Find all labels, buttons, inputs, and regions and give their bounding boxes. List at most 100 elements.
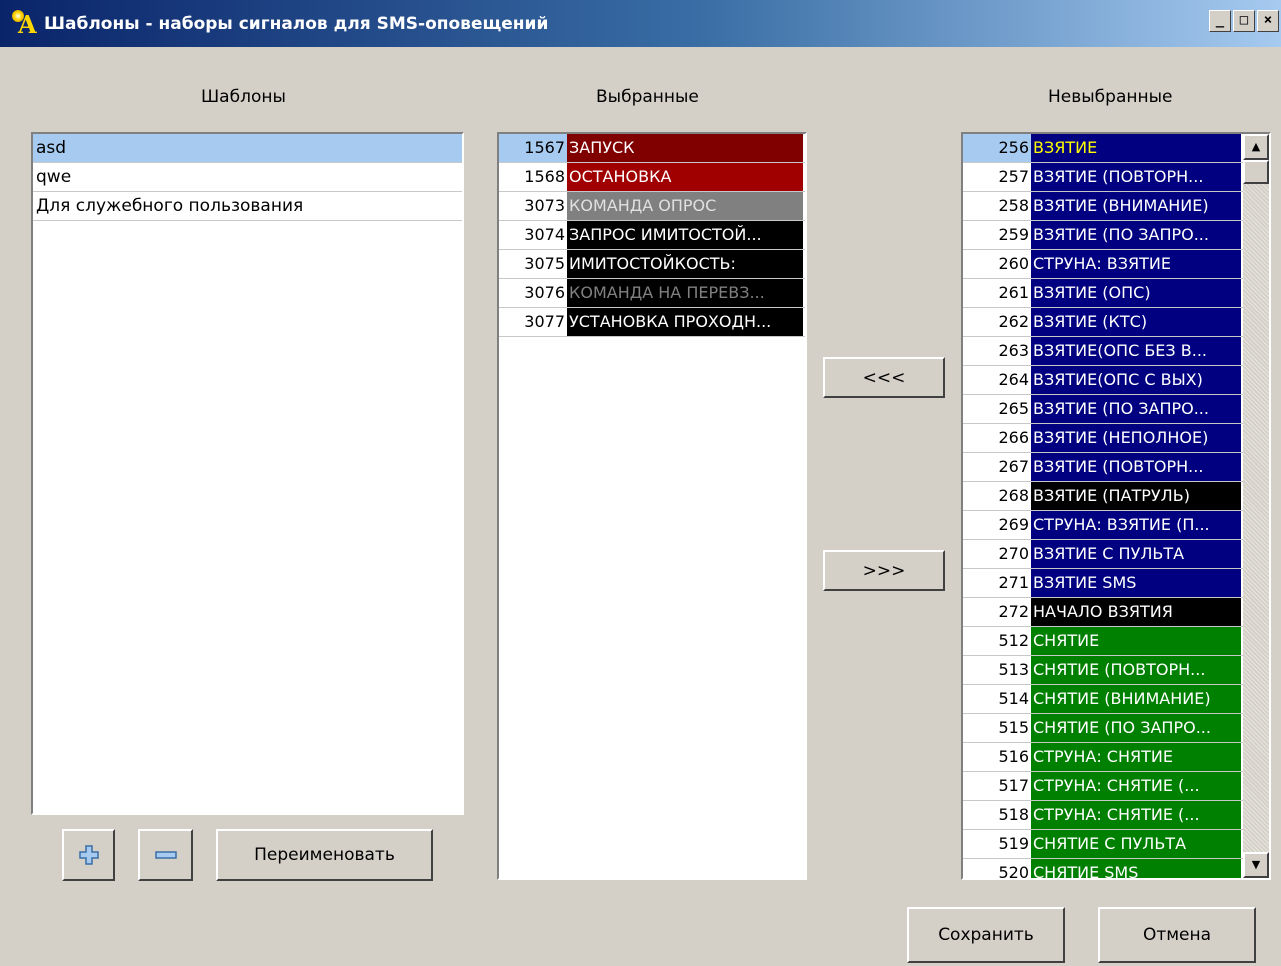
signal-row[interactable]: 265 ВЗЯТИЕ (ПО ЗАПРО... bbox=[963, 395, 1243, 424]
selected-signals-list[interactable]: 1567 ЗАПУСК 1568 ОСТАНОВКА 3073 КОМАНДА ОПРОС… bbox=[497, 132, 807, 880]
signal-row[interactable]: 272 НАЧАЛО ВЗЯТИЯ bbox=[963, 598, 1243, 627]
signal-row[interactable]: 3075 ИМИТОСТОЙКОСТЬ: bbox=[499, 250, 805, 279]
signal-row[interactable]: 257 ВЗЯТИЕ (ПОВТОРН... bbox=[963, 163, 1243, 192]
signal-code: 267 bbox=[998, 457, 1029, 476]
maximize-button[interactable]: □ bbox=[1233, 10, 1255, 32]
signal-name: СТРУНА: СНЯТИЕ bbox=[1031, 743, 1241, 771]
template-item[interactable]: Для служебного пользования bbox=[33, 192, 462, 221]
signal-name: ВЗЯТИЕ (ПАТРУЛЬ) bbox=[1031, 482, 1241, 510]
move-left-button[interactable]: <<< bbox=[823, 357, 945, 398]
window-title: Шаблоны - наборы сигналов для SMS-оповещ… bbox=[44, 13, 549, 34]
signal-code: 3076 bbox=[524, 283, 565, 302]
signal-name: СНЯТИЕ (ПОВТОРН... bbox=[1031, 656, 1241, 684]
signal-row[interactable]: 269 СТРУНА: ВЗЯТИЕ (П... bbox=[963, 511, 1243, 540]
signal-code: 263 bbox=[998, 341, 1029, 360]
signal-row[interactable]: 3076 КОМАНДА НА ПЕРЕВЗ... bbox=[499, 279, 805, 308]
signal-row[interactable]: 1568 ОСТАНОВКА bbox=[499, 163, 805, 192]
save-button[interactable]: Сохранить bbox=[907, 907, 1065, 963]
remove-template-button[interactable] bbox=[138, 829, 193, 881]
signal-code: 1567 bbox=[499, 134, 567, 162]
close-button[interactable]: × bbox=[1257, 10, 1279, 32]
signal-code: 520 bbox=[998, 863, 1029, 880]
signal-name: ВЗЯТИЕ SMS bbox=[1031, 569, 1241, 597]
signal-row[interactable]: 266 ВЗЯТИЕ (НЕПОЛНОЕ) bbox=[963, 424, 1243, 453]
signal-code: 257 bbox=[998, 167, 1029, 186]
signal-code: 1568 bbox=[524, 167, 565, 186]
signal-code: 3075 bbox=[524, 254, 565, 273]
vertical-scrollbar[interactable]: ▲ ▼ bbox=[1243, 134, 1269, 878]
move-right-button[interactable]: >>> bbox=[823, 550, 945, 591]
signal-name: ВЗЯТИЕ(ОПС С ВЫХ) bbox=[1031, 366, 1241, 394]
signal-row[interactable]: 517 СТРУНА: СНЯТИЕ (... bbox=[963, 772, 1243, 801]
signal-row[interactable]: 1567 ЗАПУСК bbox=[499, 134, 805, 163]
signal-row[interactable]: 516 СТРУНА: СНЯТИЕ bbox=[963, 743, 1243, 772]
templates-list[interactable]: asd qwe Для служебного пользования bbox=[31, 132, 464, 815]
signal-name: ОСТАНОВКА bbox=[567, 163, 803, 191]
templates-label: Шаблоны bbox=[201, 87, 286, 107]
signal-name: ВЗЯТИЕ (ВНИМАНИЕ) bbox=[1031, 192, 1241, 220]
signal-row[interactable]: 261 ВЗЯТИЕ (ОПС) bbox=[963, 279, 1243, 308]
signal-row[interactable]: 260 СТРУНА: ВЗЯТИЕ bbox=[963, 250, 1243, 279]
unselected-signals-list[interactable]: 256 ВЗЯТИЕ 257 ВЗЯТИЕ (ПОВТОРН... 258 ВЗЯТИЕ … bbox=[961, 132, 1271, 880]
signal-name: КОМАНДА ОПРОС bbox=[567, 192, 803, 220]
signal-row[interactable]: 519 СНЯТИЕ С ПУЛЬТА bbox=[963, 830, 1243, 859]
signal-code: 269 bbox=[998, 515, 1029, 534]
signal-row[interactable]: 513 СНЯТИЕ (ПОВТОРН... bbox=[963, 656, 1243, 685]
signal-row[interactable]: 264 ВЗЯТИЕ(ОПС С ВЫХ) bbox=[963, 366, 1243, 395]
signal-code: 266 bbox=[998, 428, 1029, 447]
signal-name: ВЗЯТИЕ (ПОВТОРН... bbox=[1031, 163, 1241, 191]
signal-row[interactable]: 259 ВЗЯТИЕ (ПО ЗАПРО... bbox=[963, 221, 1243, 250]
scroll-down-icon[interactable]: ▼ bbox=[1243, 852, 1269, 878]
signal-name: ЗАПРОС ИМИТОСТОЙ... bbox=[567, 221, 803, 249]
signal-code: 517 bbox=[998, 776, 1029, 795]
signal-code: 258 bbox=[998, 196, 1029, 215]
template-item[interactable]: asd bbox=[33, 134, 462, 163]
signal-code: 3074 bbox=[524, 225, 565, 244]
signal-code: 272 bbox=[998, 602, 1029, 621]
signal-name: СТРУНА: СНЯТИЕ (... bbox=[1031, 772, 1241, 800]
cancel-button[interactable]: Отмена bbox=[1098, 907, 1256, 963]
signal-name: СНЯТИЕ SMS bbox=[1031, 859, 1241, 878]
signal-row[interactable]: 3077 УСТАНОВКА ПРОХОДН... bbox=[499, 308, 805, 337]
scroll-up-icon[interactable]: ▲ bbox=[1243, 134, 1269, 160]
signal-row[interactable]: 262 ВЗЯТИЕ (КТС) bbox=[963, 308, 1243, 337]
signal-row[interactable]: 520 СНЯТИЕ SMS bbox=[963, 859, 1243, 880]
signal-row[interactable]: 263 ВЗЯТИЕ(ОПС БЕЗ В... bbox=[963, 337, 1243, 366]
signal-row[interactable]: 518 СТРУНА: СНЯТИЕ (... bbox=[963, 801, 1243, 830]
signal-code: 264 bbox=[998, 370, 1029, 389]
scroll-thumb[interactable] bbox=[1243, 160, 1269, 184]
signal-name: ВЗЯТИЕ (ПО ЗАПРО... bbox=[1031, 395, 1241, 423]
signal-code: 512 bbox=[998, 631, 1029, 650]
signal-row[interactable]: 258 ВЗЯТИЕ (ВНИМАНИЕ) bbox=[963, 192, 1243, 221]
signal-name: ВЗЯТИЕ (НЕПОЛНОЕ) bbox=[1031, 424, 1241, 452]
signal-name: СНЯТИЕ (ПО ЗАПРО... bbox=[1031, 714, 1241, 742]
signal-code: 515 bbox=[998, 718, 1029, 737]
signal-row[interactable]: 256 ВЗЯТИЕ bbox=[963, 134, 1243, 163]
signal-code: 265 bbox=[998, 399, 1029, 418]
signal-row[interactable]: 514 СНЯТИЕ (ВНИМАНИЕ) bbox=[963, 685, 1243, 714]
signal-row[interactable]: 515 СНЯТИЕ (ПО ЗАПРО... bbox=[963, 714, 1243, 743]
signal-code: 261 bbox=[998, 283, 1029, 302]
rename-button[interactable]: Переименовать bbox=[216, 829, 433, 881]
add-template-button[interactable] bbox=[62, 829, 115, 881]
signal-name: УСТАНОВКА ПРОХОДН... bbox=[567, 308, 803, 336]
signal-name: СТРУНА: ВЗЯТИЕ bbox=[1031, 250, 1241, 278]
signal-row[interactable]: 3074 ЗАПРОС ИМИТОСТОЙ... bbox=[499, 221, 805, 250]
signal-row[interactable]: 270 ВЗЯТИЕ С ПУЛЬТА bbox=[963, 540, 1243, 569]
signal-row[interactable]: 267 ВЗЯТИЕ (ПОВТОРН... bbox=[963, 453, 1243, 482]
signal-row[interactable]: 268 ВЗЯТИЕ (ПАТРУЛЬ) bbox=[963, 482, 1243, 511]
signal-code: 270 bbox=[998, 544, 1029, 563]
minimize-button[interactable]: _ bbox=[1209, 10, 1231, 32]
signal-code: 262 bbox=[998, 312, 1029, 331]
signal-name: СТРУНА: СНЯТИЕ (... bbox=[1031, 801, 1241, 829]
signal-row[interactable]: 512 СНЯТИЕ bbox=[963, 627, 1243, 656]
template-item[interactable]: qwe bbox=[33, 163, 462, 192]
signal-name: СНЯТИЕ (ВНИМАНИЕ) bbox=[1031, 685, 1241, 713]
signal-row[interactable]: 3073 КОМАНДА ОПРОС bbox=[499, 192, 805, 221]
signal-row[interactable]: 271 ВЗЯТИЕ SMS bbox=[963, 569, 1243, 598]
signal-name: НАЧАЛО ВЗЯТИЯ bbox=[1031, 598, 1241, 626]
signal-name: СТРУНА: ВЗЯТИЕ (П... bbox=[1031, 511, 1241, 539]
title-bar[interactable]: A Шаблоны - наборы сигналов для SMS-опов… bbox=[0, 0, 1281, 47]
signal-code: 519 bbox=[998, 834, 1029, 853]
signal-code: 3073 bbox=[524, 196, 565, 215]
